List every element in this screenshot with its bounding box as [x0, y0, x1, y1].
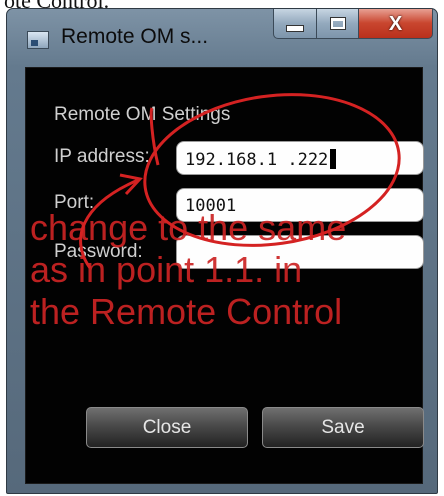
remote-om-settings-window: Remote OM s... X Remote OM Settings IP a… — [6, 8, 438, 494]
close-icon: X — [388, 12, 403, 35]
ip-address-field[interactable]: 192.168.1 .222 — [176, 141, 424, 175]
maximize-button[interactable] — [317, 9, 359, 39]
group-title: Remote OM Settings — [54, 104, 231, 125]
window-title: Remote OM s... — [61, 25, 209, 48]
ip-address-label: IP address: — [54, 146, 150, 167]
title-bar[interactable]: Remote OM s... X — [7, 9, 437, 65]
settings-panel: Remote OM Settings IP address: 192.168.1… — [25, 67, 424, 484]
port-value: 10001 — [185, 196, 237, 216]
close-button[interactable]: Close — [86, 407, 248, 448]
app-icon — [27, 31, 49, 49]
maximize-icon — [329, 17, 346, 30]
caption-buttons: X — [273, 9, 433, 39]
password-label: Password: — [54, 241, 143, 262]
text-caret — [330, 149, 337, 169]
port-field[interactable]: 10001 — [176, 188, 424, 222]
ip-address-value: 192.168.1 .222 — [185, 150, 329, 170]
port-label: Port: — [54, 192, 95, 213]
minimize-button[interactable] — [273, 9, 317, 39]
save-button[interactable]: Save — [262, 407, 424, 448]
password-field[interactable] — [176, 235, 424, 269]
minimize-icon — [286, 25, 304, 32]
close-window-button[interactable]: X — [359, 9, 433, 39]
